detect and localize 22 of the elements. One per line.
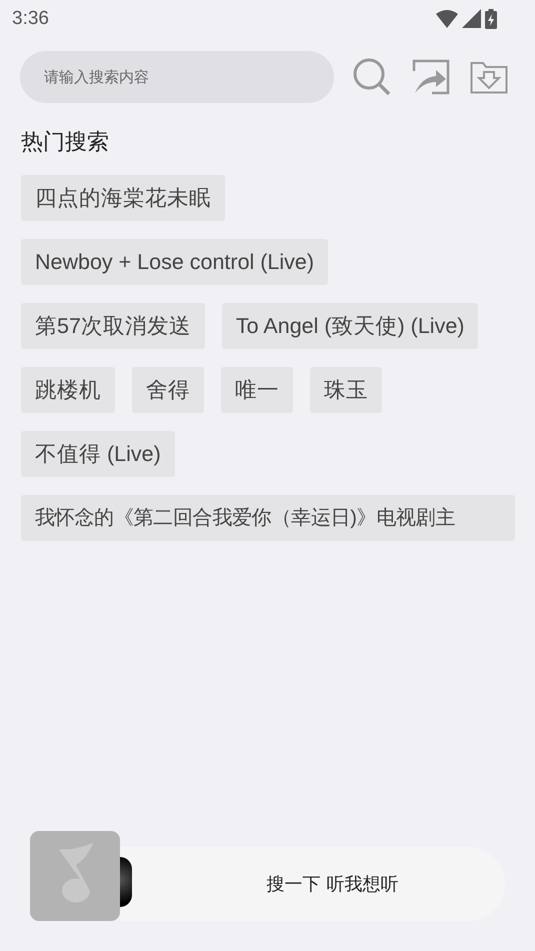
album-cover[interactable] (30, 831, 120, 921)
search-tag[interactable]: 跳楼机 (21, 367, 115, 413)
search-tag[interactable]: 第57次取消发送 (21, 303, 205, 349)
search-icon[interactable] (352, 57, 392, 97)
battery-icon (485, 8, 497, 28)
search-tag[interactable]: 珠玉 (310, 367, 382, 413)
search-tag[interactable]: 我怀念的《第二回合我爱你（幸运日)》电视剧主 (21, 495, 515, 541)
player-prompt: 搜一下 听我想听 (266, 873, 398, 896)
section-title: 热门搜索 (20, 129, 110, 157)
search-field[interactable]: 请输入搜索内容 (20, 51, 334, 103)
search-tag[interactable]: 四点的海棠花未眠 (21, 175, 225, 221)
player-bar[interactable]: 搜一下 听我想听 (120, 847, 505, 921)
search-tag[interactable]: To Angel (致天使) (Live) (222, 303, 478, 349)
search-tag[interactable]: 不值得 (Live) (21, 431, 175, 477)
search-tag[interactable]: Newboy + Lose control (Live) (21, 239, 328, 285)
status-time: 3:36 (12, 8, 49, 30)
signal-icon (462, 9, 481, 28)
wifi-icon (436, 10, 458, 28)
folder-download-icon[interactable] (470, 60, 508, 94)
search-tag[interactable]: 唯一 (221, 367, 293, 413)
search-tag[interactable]: 舍得 (132, 367, 204, 413)
share-icon[interactable] (412, 59, 450, 95)
